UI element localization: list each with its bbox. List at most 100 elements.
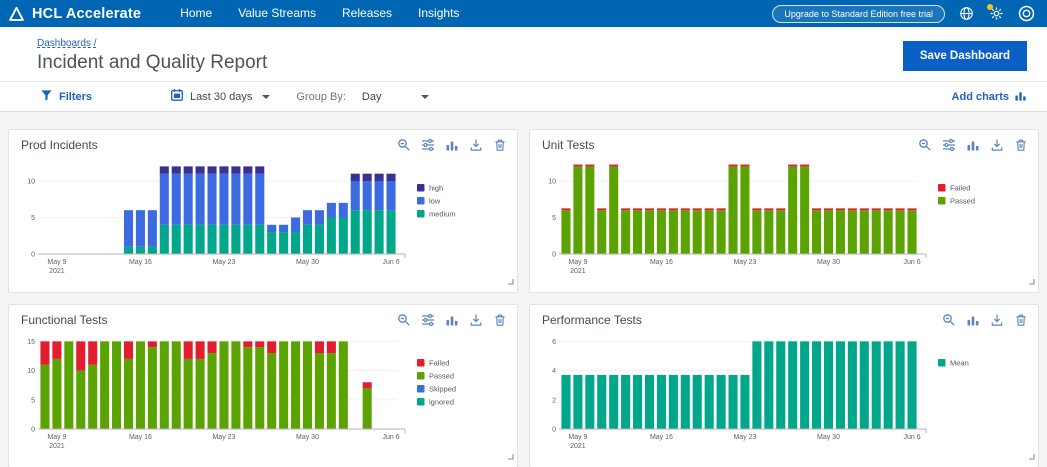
bar-segment[interactable]	[728, 166, 737, 254]
bar-segment[interactable]	[705, 210, 714, 254]
bar-segment[interactable]	[669, 375, 678, 429]
bar-segment[interactable]	[136, 210, 145, 247]
delete-icon[interactable]	[1013, 312, 1028, 327]
resize-handle[interactable]	[1027, 447, 1035, 465]
bar-segment[interactable]	[64, 341, 73, 429]
bar-segment[interactable]	[219, 174, 228, 225]
bar-segment[interactable]	[728, 165, 737, 167]
bar-segment[interactable]	[788, 166, 797, 254]
bar-chart-icon[interactable]	[444, 137, 459, 152]
bar-segment[interactable]	[717, 375, 726, 429]
bar-segment[interactable]	[669, 210, 678, 254]
bar-segment[interactable]	[621, 210, 630, 254]
bar-segment[interactable]	[160, 341, 169, 429]
zoom-icon[interactable]	[917, 137, 932, 152]
bar-segment[interactable]	[693, 208, 702, 210]
bar-segment[interactable]	[172, 174, 181, 225]
bar-segment[interactable]	[740, 166, 749, 254]
bar-segment[interactable]	[124, 210, 133, 247]
bar-segment[interactable]	[243, 166, 252, 173]
bar-segment[interactable]	[363, 388, 372, 429]
bar-segment[interactable]	[231, 174, 240, 225]
download-icon[interactable]	[989, 312, 1004, 327]
bar-segment[interactable]	[124, 359, 133, 429]
bar-segment[interactable]	[184, 225, 193, 254]
user-avatar-icon[interactable]	[1018, 5, 1035, 22]
bar-segment[interactable]	[681, 210, 690, 254]
bar-segment[interactable]	[148, 247, 157, 254]
bar-segment[interactable]	[339, 217, 348, 254]
bar-segment[interactable]	[776, 341, 785, 429]
bar-segment[interactable]	[207, 166, 216, 173]
bar-segment[interactable]	[243, 174, 252, 225]
bar-segment[interactable]	[267, 353, 276, 429]
nav-item-releases[interactable]: Releases	[329, 0, 405, 27]
bar-segment[interactable]	[172, 166, 181, 173]
globe-icon[interactable]	[958, 5, 975, 22]
legend-item[interactable]: low	[417, 197, 441, 206]
bar-segment[interactable]	[752, 208, 761, 210]
bar-segment[interactable]	[896, 208, 905, 210]
bar-segment[interactable]	[148, 341, 157, 347]
group-by-select[interactable]: Day	[362, 91, 430, 103]
legend-item[interactable]: ignored	[417, 398, 454, 407]
bar-segment[interactable]	[88, 365, 97, 429]
bar-segment[interactable]	[219, 225, 228, 254]
bar-segment[interactable]	[573, 165, 582, 167]
bar-segment[interactable]	[315, 225, 324, 254]
bar-segment[interactable]	[681, 208, 690, 210]
bar-segment[interactable]	[812, 210, 821, 254]
bar-segment[interactable]	[207, 353, 216, 429]
bar-segment[interactable]	[896, 210, 905, 254]
bar-segment[interactable]	[705, 375, 714, 429]
bar-segment[interactable]	[267, 225, 276, 232]
bar-segment[interactable]	[363, 382, 372, 388]
legend-item[interactable]: Mean	[938, 359, 969, 368]
bar-segment[interactable]	[375, 174, 384, 181]
bar-segment[interactable]	[633, 375, 642, 429]
bar-segment[interactable]	[172, 225, 181, 254]
bar-segment[interactable]	[693, 375, 702, 429]
brand[interactable]: HCL Accelerate	[8, 5, 141, 22]
delete-icon[interactable]	[492, 137, 507, 152]
bar-segment[interactable]	[836, 208, 845, 210]
bar-segment[interactable]	[848, 341, 857, 429]
bar-segment[interactable]	[824, 210, 833, 254]
bar-segment[interactable]	[872, 208, 881, 210]
bar-segment[interactable]	[597, 210, 606, 254]
legend-item[interactable]: Skipped	[417, 385, 456, 394]
bar-segment[interactable]	[76, 341, 85, 370]
bar-segment[interactable]	[52, 359, 61, 429]
bar-segment[interactable]	[752, 341, 761, 429]
bar-segment[interactable]	[136, 247, 145, 254]
bar-segment[interactable]	[184, 174, 193, 225]
bar-segment[interactable]	[764, 208, 773, 210]
bar-segment[interactable]	[148, 347, 157, 429]
bar-segment[interactable]	[255, 166, 264, 173]
bar-segment[interactable]	[303, 225, 312, 254]
bar-segment[interactable]	[717, 210, 726, 254]
bar-segment[interactable]	[291, 217, 300, 232]
legend-item[interactable]: high	[417, 184, 443, 193]
legend-item[interactable]: Failed	[938, 184, 970, 193]
bar-segment[interactable]	[291, 341, 300, 429]
bar-segment[interactable]	[148, 210, 157, 247]
add-charts-button[interactable]: Add charts	[952, 89, 1027, 105]
bar-segment[interactable]	[363, 210, 372, 254]
bar-segment[interactable]	[872, 341, 881, 429]
bar-segment[interactable]	[585, 375, 594, 429]
bar-segment[interactable]	[848, 210, 857, 254]
bar-segment[interactable]	[327, 341, 336, 353]
bar-segment[interactable]	[788, 165, 797, 167]
nav-item-home[interactable]: Home	[167, 0, 225, 27]
bar-segment[interactable]	[907, 341, 916, 429]
bar-segment[interactable]	[184, 341, 193, 359]
zoom-icon[interactable]	[396, 137, 411, 152]
bar-segment[interactable]	[327, 203, 336, 218]
bar-segment[interactable]	[860, 210, 869, 254]
bar-segment[interactable]	[573, 375, 582, 429]
bar-segment[interactable]	[561, 208, 570, 210]
bar-segment[interactable]	[717, 208, 726, 210]
bar-segment[interactable]	[645, 208, 654, 210]
bar-segment[interactable]	[597, 208, 606, 210]
